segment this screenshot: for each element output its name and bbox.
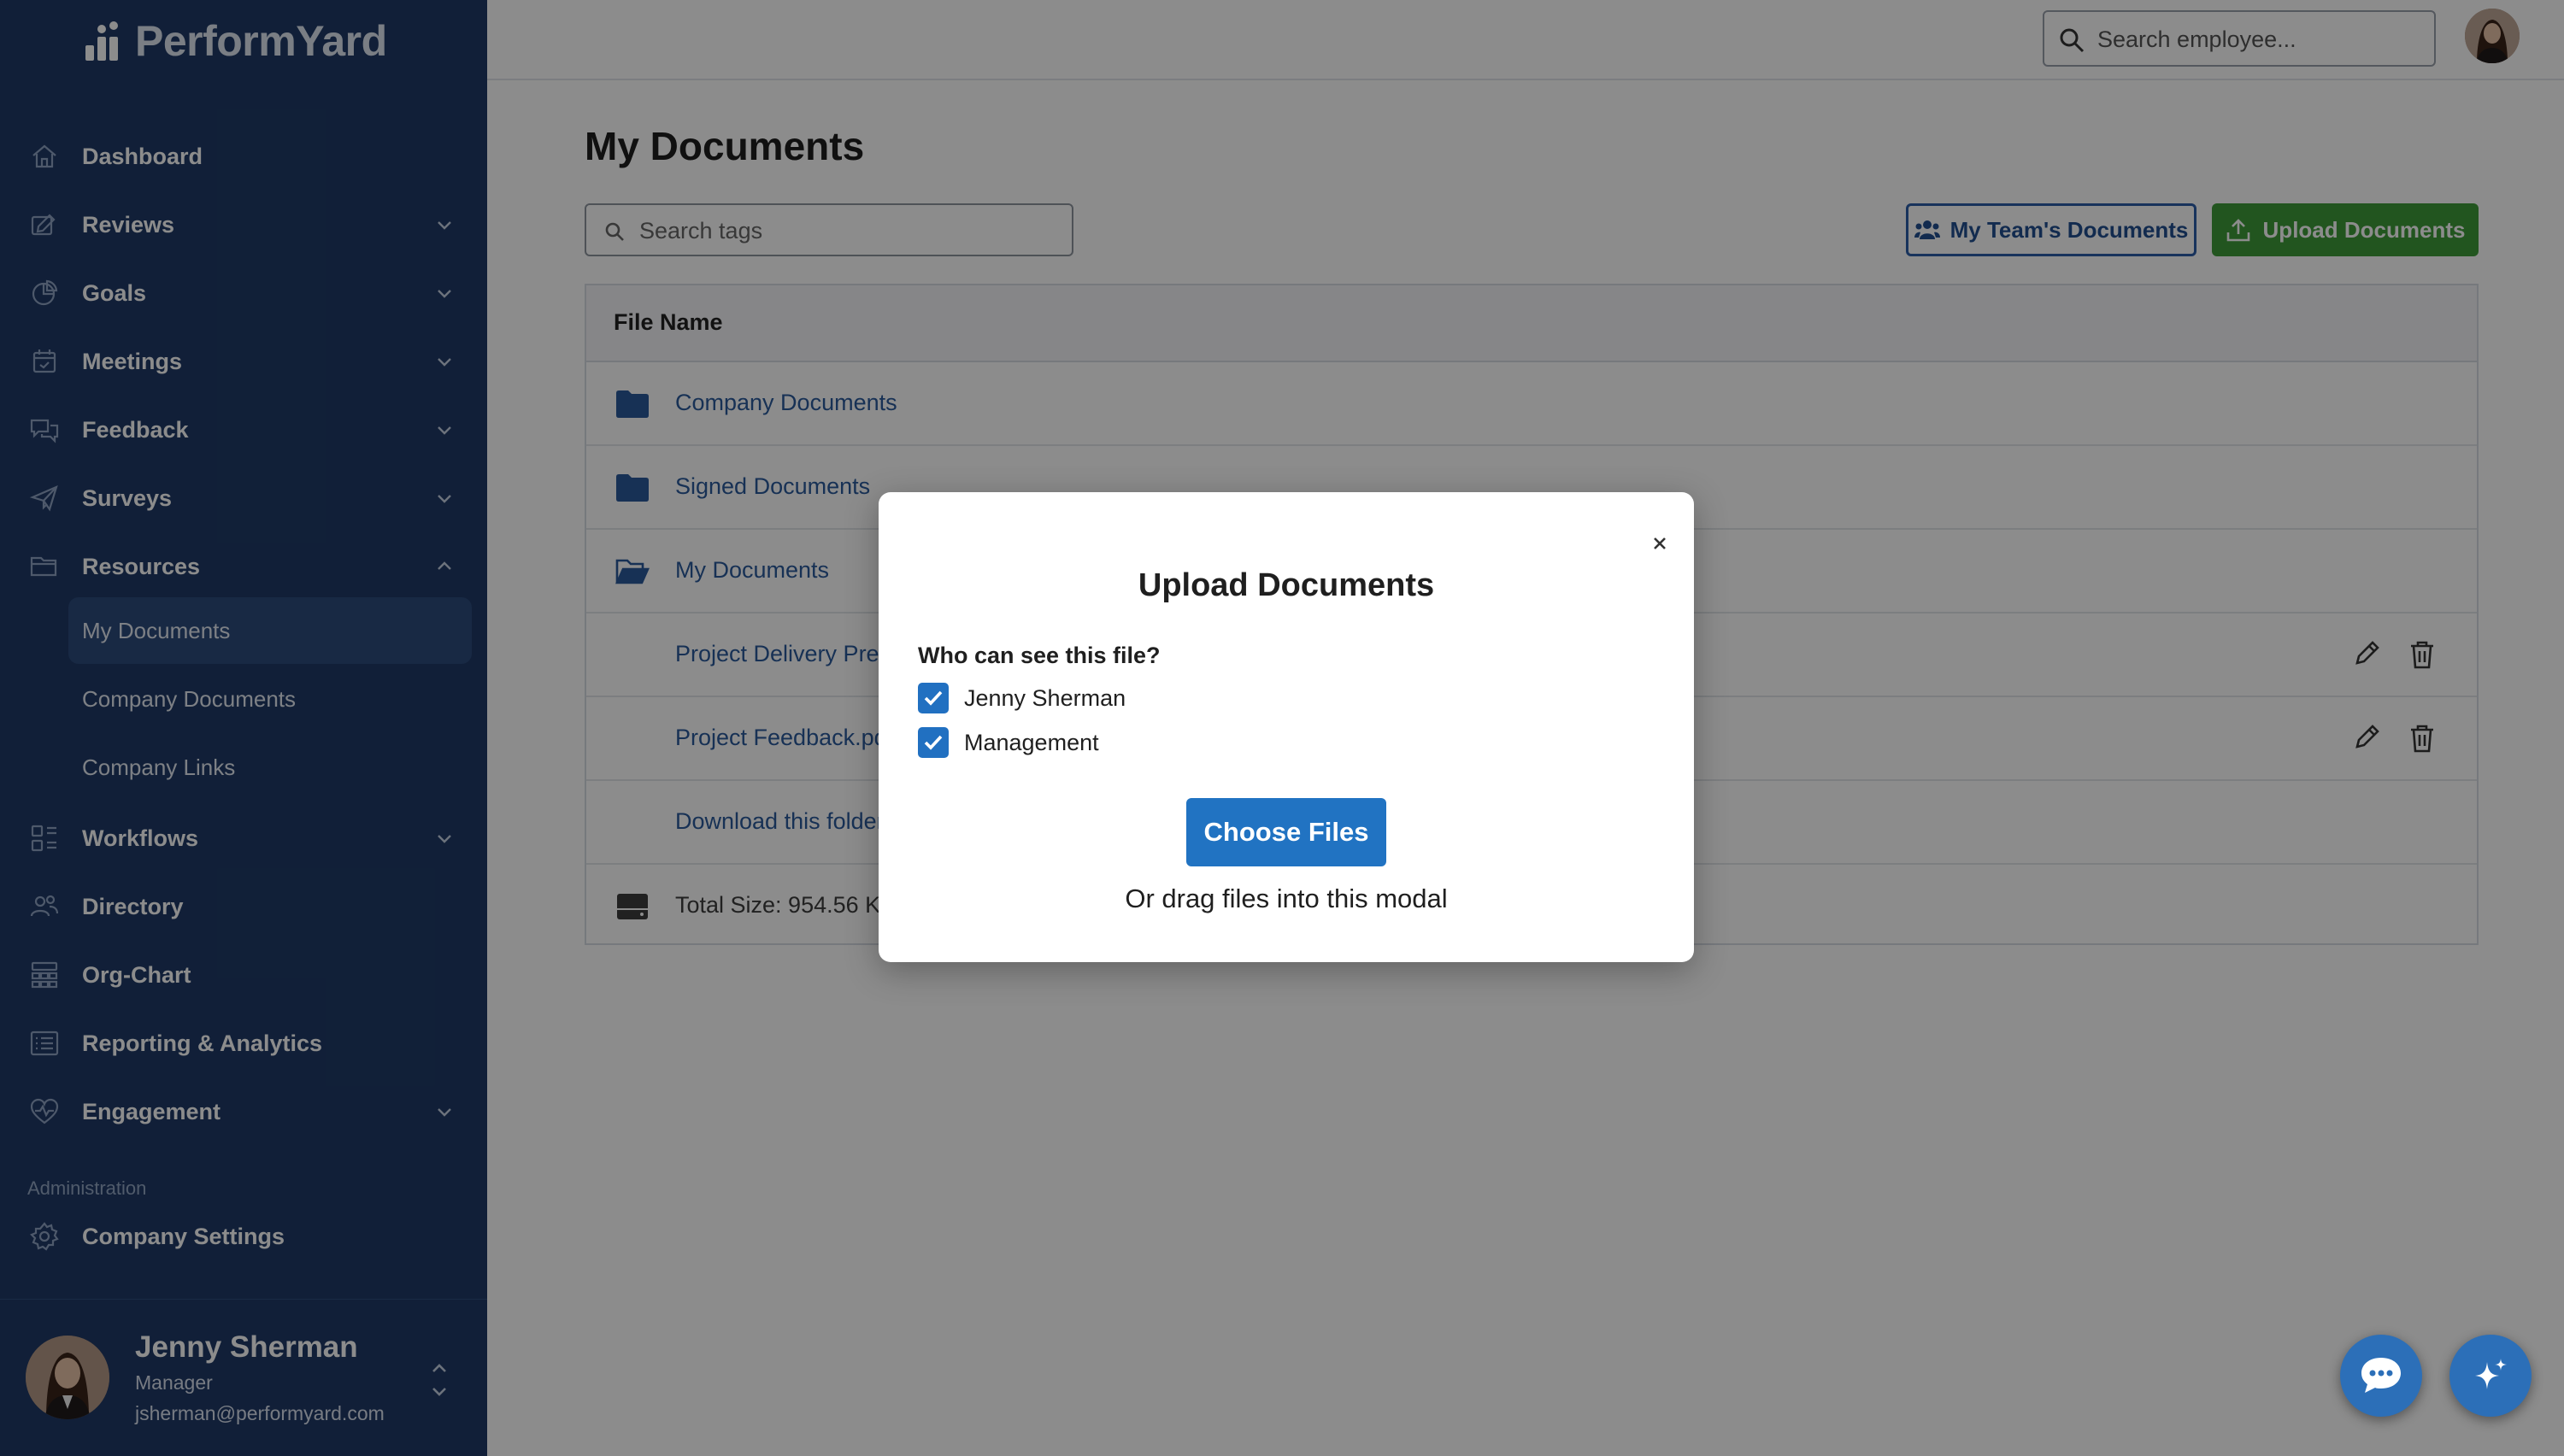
checkmark-icon — [924, 690, 943, 706]
visibility-option-management[interactable]: Management — [918, 726, 1099, 759]
ai-assistant-button[interactable] — [2449, 1335, 2532, 1417]
checkbox-checked[interactable] — [918, 683, 949, 713]
upload-documents-modal: Upload Documents Who can see this file? … — [879, 492, 1694, 962]
visibility-option-jenny-sherman[interactable]: Jenny Sherman — [918, 682, 1126, 714]
chat-bubble-icon — [2361, 1358, 2401, 1393]
checkbox-label: Management — [964, 729, 1099, 755]
visibility-question: Who can see this file? — [918, 643, 1161, 668]
modal-title: Upload Documents — [1138, 567, 1435, 603]
close-icon[interactable] — [1648, 531, 1672, 555]
drag-drop-hint: Or drag files into this modal — [1125, 884, 1448, 913]
sparkle-icon — [2475, 1359, 2507, 1389]
checkbox-label: Jenny Sherman — [964, 684, 1126, 711]
chat-support-button[interactable] — [2340, 1335, 2422, 1417]
checkbox-checked[interactable] — [918, 727, 949, 758]
checkmark-icon — [924, 735, 943, 750]
choose-files-button[interactable]: Choose Files — [1186, 798, 1386, 866]
